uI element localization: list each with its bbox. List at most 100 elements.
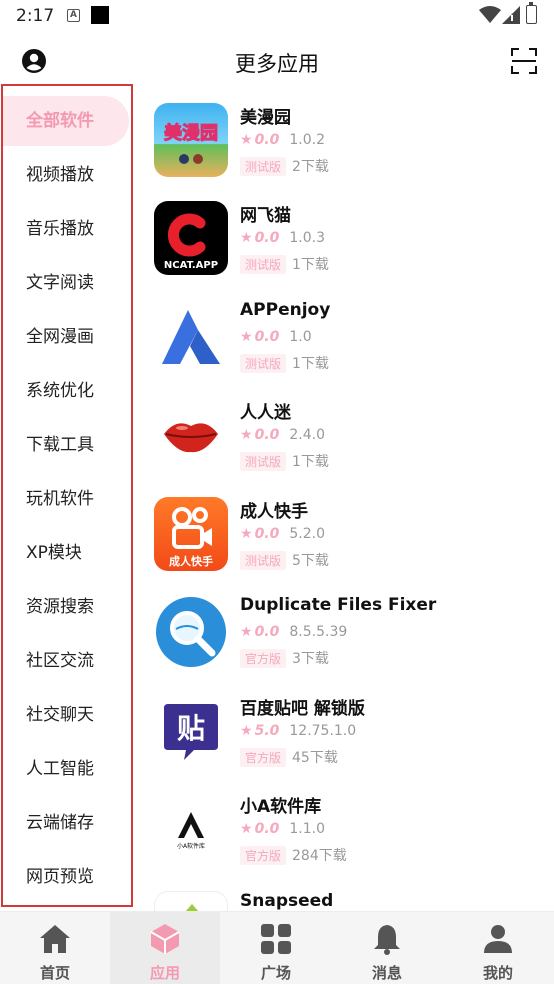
star-icon: ★ [240,624,253,640]
app-name: 成人快手 [240,502,308,522]
magnifier-icon [154,595,228,669]
notification-a-icon: A [67,9,80,22]
bell-icon [374,925,400,955]
version-badge: 测试版 [240,255,287,274]
sidebar-item-ai[interactable]: 人工智能 [3,744,131,794]
appenjoy-icon [154,300,228,374]
app-rating: ★ 0.0 1.0.2 [240,132,325,148]
sidebar-item-system[interactable]: 系统优化 [3,366,131,416]
lips-icon [154,398,228,472]
sidebar-item-cloud[interactable]: 云端储存 [3,798,131,848]
app-item[interactable]: APPenjoy ★ 0.0 1.0 测试版 1下载 [150,300,550,396]
version-badge: 测试版 [240,551,287,570]
app-item[interactable]: 美漫园 美漫园 ★ 0.0 1.0.2 测试版 2下载 [150,103,550,199]
svg-text:NCAT.APP: NCAT.APP [164,260,218,271]
nav-mine[interactable]: 我的 [443,912,553,984]
app-rating: ★ 0.0 8.5.5.39 [240,624,348,640]
nav-square[interactable]: 广场 [221,912,331,984]
download-count: 1下载 [292,257,329,273]
version-badge: 测试版 [240,354,287,373]
category-sidebar: 全部软件 视频播放 音乐播放 文字阅读 全网漫画 系统优化 下载工具 玩机软件 … [1,84,133,907]
home-icon [40,925,70,953]
svg-text:贴: 贴 [177,712,205,745]
sidebar-item-web[interactable]: 网页预览 [3,852,131,902]
download-count: 45下载 [292,750,338,766]
download-count: 1下载 [292,356,329,372]
sidebar-item-comics[interactable]: 全网漫画 [3,312,131,362]
download-count: 3下载 [292,651,329,667]
star-icon: ★ [240,821,253,837]
app-name: 网飞猫 [240,206,291,226]
bottom-nav: 首页 应用 广场 消息 我的 [0,911,554,984]
wifi-icon [479,6,501,23]
grid-icon [261,924,291,954]
version-badge: 官方版 [240,846,287,865]
app-rating: ★ 0.0 2.4.0 [240,427,325,443]
app-name: 百度贴吧 解锁版 [240,699,365,719]
svg-text:小A软件库: 小A软件库 [177,842,205,850]
app-rating: ★ 0.0 1.1.0 [240,821,325,837]
star-icon: ★ [240,132,253,148]
status-time: 2:17 [16,6,55,26]
snapseed-icon [154,891,228,911]
ncat-icon: NCAT.APP [154,201,228,275]
page-title: 更多应用 [235,52,319,76]
app-rating: ★ 0.0 1.0 [240,329,312,345]
version-badge: 官方版 [240,748,287,767]
version-badge: 测试版 [240,452,287,471]
app-name: Snapseed [240,891,334,911]
version-badge: 测试版 [240,157,287,176]
download-count: 284下载 [292,848,347,864]
manhua-icon: 美漫园 [154,103,228,177]
download-count: 5下载 [292,553,329,569]
star-icon: ★ [240,329,253,345]
star-icon: ★ [240,526,253,542]
star-icon: ★ [240,427,253,443]
star-icon: ★ [240,723,253,739]
sidebar-item-download[interactable]: 下载工具 [3,420,131,470]
app-name: 美漫园 [240,108,291,128]
app-rating: ★ 0.0 5.2.0 [240,526,325,542]
sidebar-item-tweaks[interactable]: 玩机软件 [3,474,131,524]
app-rating: ★ 5.0 12.75.1.0 [240,723,357,739]
app-name: APPenjoy [240,300,331,320]
app-name: 人人迷 [240,403,291,423]
nav-home[interactable]: 首页 [0,912,110,984]
person-icon [484,925,512,953]
app-item[interactable]: Duplicate Files Fixer ★ 0.0 8.5.5.39 官方版 3下… [150,595,550,691]
nav-messages[interactable]: 消息 [332,912,442,984]
battery-icon [526,2,537,24]
scan-icon[interactable] [511,48,537,74]
download-count: 2下载 [292,159,329,175]
signal-icon [502,6,520,24]
xiaoa-icon: 小A软件库 [154,792,228,866]
sidebar-item-music[interactable]: 音乐播放 [3,204,131,254]
sidebar-item-all[interactable]: 全部软件 [3,96,129,146]
nav-apps[interactable]: 应用 [110,912,220,984]
star-icon: ★ [240,230,253,246]
download-count: 1下载 [292,454,329,470]
app-item[interactable]: Snapseed [150,891,550,911]
svg-text:成人快手: 成人快手 [169,554,213,568]
svg-text:美漫园: 美漫园 [164,122,218,144]
app-name: 小A软件库 [240,797,322,817]
app-item[interactable]: NCAT.APP 网飞猫 ★ 0.0 1.0.3 测试版 1下载 [150,201,550,297]
sidebar-item-chat[interactable]: 社交聊天 [3,690,131,740]
sidebar-item-reading[interactable]: 文字阅读 [3,258,131,308]
tieba-icon: 贴 [154,694,228,768]
app-rating: ★ 0.0 1.0.3 [240,230,325,246]
sidebar-item-xp[interactable]: XP模块 [3,528,131,578]
sidebar-item-community[interactable]: 社区交流 [3,636,131,686]
cube-icon [150,924,180,954]
status-bar: 2:17 A [0,0,554,32]
app-item[interactable]: 贴 百度贴吧 解锁版 ★ 5.0 12.75.1.0 官方版 45下载 [150,694,550,790]
app-item[interactable]: 成人快手 成人快手 ★ 0.0 5.2.0 测试版 5下载 [150,497,550,593]
app-name: Duplicate Files Fixer [240,595,437,615]
app-item[interactable]: 小A软件库 小A软件库 ★ 0.0 1.1.0 官方版 284下载 [150,792,550,888]
notification-square-icon [91,6,109,24]
kuaishou-icon: 成人快手 [154,497,228,571]
sidebar-item-video[interactable]: 视频播放 [3,150,131,200]
app-header: 更多应用 [0,36,554,86]
sidebar-item-search[interactable]: 资源搜索 [3,582,131,632]
app-item[interactable]: 人人迷 ★ 0.0 2.4.0 测试版 1下载 [150,398,550,494]
